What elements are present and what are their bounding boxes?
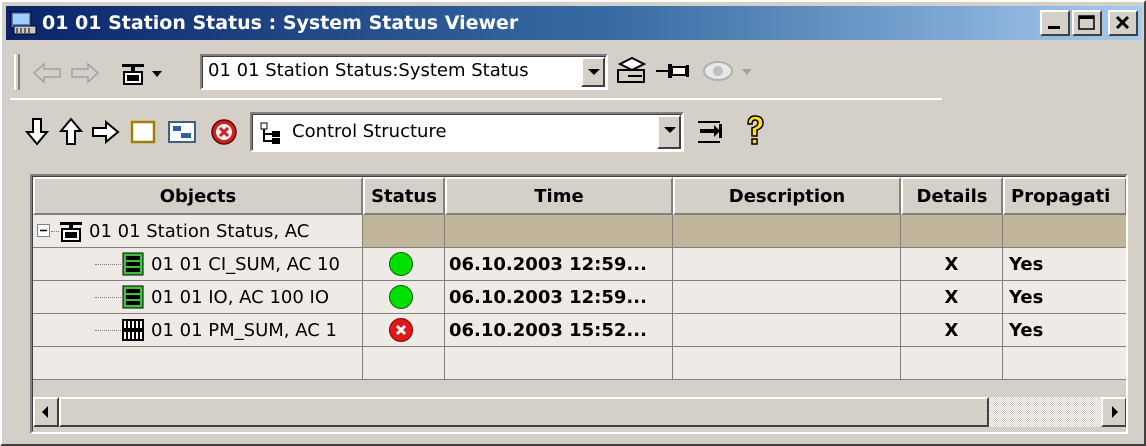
table-row[interactable]: 01 01 IO, AC 100 IO 06.10.2003 12:59... … — [33, 281, 1126, 314]
column-header-propagation[interactable]: Propagati — [1003, 177, 1126, 215]
object-cell[interactable]: 01 01 Station Status, AC — [33, 215, 363, 248]
eye-icon[interactable] — [700, 56, 760, 86]
structure-toolbar: Control Structure — [10, 108, 1140, 158]
structure-combo[interactable]: Control Structure — [250, 112, 684, 152]
object-cell[interactable]: 01 01 IO, AC 100 IO — [33, 281, 363, 314]
structure-combo-dropdown[interactable] — [657, 115, 681, 149]
status-error-icon — [389, 318, 413, 342]
scroll-left-button[interactable] — [33, 397, 59, 427]
object-cell[interactable]: 01 01 CI_SUM, AC 10 — [33, 248, 363, 281]
table-row[interactable]: 01 01 CI_SUM, AC 10 06.10.2003 12:59... … — [33, 248, 1126, 281]
object-cell[interactable]: 01 01 PM_SUM, AC 1 — [33, 314, 363, 347]
scroll-left-icon — [42, 406, 48, 418]
object-name: 01 01 PM_SUM, AC 1 — [151, 319, 337, 341]
sync-icon[interactable] — [694, 116, 726, 148]
table-row[interactable]: 01 01 PM_SUM, AC 1 06.10.2003 15:52... X… — [33, 314, 1126, 347]
pin-icon[interactable] — [654, 58, 692, 84]
status-ok-icon — [389, 252, 413, 276]
structure-view-icon[interactable] — [166, 118, 198, 146]
status-ok-icon — [389, 285, 413, 309]
object-type-icon[interactable] — [118, 58, 168, 88]
description-cell — [673, 281, 901, 314]
scroll-thumb[interactable] — [59, 397, 989, 427]
status-cell — [363, 314, 445, 347]
scroll-right-icon — [1112, 406, 1118, 418]
maximize-icon — [1078, 15, 1095, 30]
description-cell — [673, 248, 901, 281]
structure-combo-value: Control Structure — [292, 121, 447, 142]
close-icon — [1115, 15, 1130, 30]
table-row[interactable]: 01 01 Station Status, AC — [33, 215, 1126, 248]
location-combo-dropdown[interactable] — [581, 57, 605, 87]
forward-arrow-icon[interactable] — [68, 60, 102, 86]
description-cell — [673, 314, 901, 347]
time-cell: 06.10.2003 12:59... — [445, 248, 673, 281]
details-cell[interactable]: X — [901, 281, 1003, 314]
app-icon — [10, 10, 38, 36]
table-row-empty — [33, 347, 1126, 380]
window-title: 01 01 Station Status : System Status Vie… — [42, 12, 519, 34]
column-header-description[interactable]: Description — [673, 177, 901, 215]
arrow-right-icon[interactable] — [90, 118, 122, 146]
column-header-status[interactable]: Status — [363, 177, 445, 215]
status-cell — [363, 248, 445, 281]
scroll-right-button[interactable] — [1101, 397, 1126, 427]
close-button[interactable] — [1108, 10, 1138, 36]
time-cell: 06.10.2003 15:52... — [445, 314, 673, 347]
minimize-button[interactable] — [1040, 10, 1070, 36]
navigation-toolbar: 01 01 Station Status:System Status — [10, 46, 942, 100]
minimize-icon — [1048, 26, 1060, 29]
horizontal-scrollbar[interactable] — [33, 397, 1126, 427]
object-name: 01 01 Station Status, AC — [89, 220, 310, 242]
column-header-details[interactable]: Details — [901, 177, 1003, 215]
column-header-objects[interactable]: Objects — [33, 177, 363, 215]
toolbar-grip[interactable] — [14, 54, 20, 90]
object-name: 01 01 CI_SUM, AC 10 — [151, 253, 340, 275]
window-icon[interactable] — [128, 118, 158, 146]
arrow-up-icon[interactable] — [58, 116, 84, 148]
station-icon — [60, 222, 82, 242]
collapse-icon[interactable] — [37, 224, 51, 238]
control-structure-icon — [260, 122, 280, 144]
propagation-cell: Yes — [1003, 248, 1126, 281]
print-preview-icon[interactable] — [614, 54, 650, 88]
stop-icon[interactable] — [208, 116, 240, 148]
propagation-cell: Yes — [1003, 281, 1126, 314]
system-status-viewer-window: 01 01 Station Status : System Status Vie… — [0, 0, 1146, 446]
processor-module-icon — [122, 319, 144, 341]
column-header-time[interactable]: Time — [445, 177, 673, 215]
details-cell[interactable]: X — [901, 314, 1003, 347]
details-cell[interactable]: X — [901, 248, 1003, 281]
status-cell — [363, 281, 445, 314]
title-bar[interactable]: 01 01 Station Status : System Status Vie… — [6, 6, 1142, 40]
back-arrow-icon[interactable] — [30, 60, 64, 86]
io-module-icon — [122, 285, 144, 309]
propagation-cell: Yes — [1003, 314, 1126, 347]
controller-icon — [122, 252, 144, 276]
location-combo[interactable]: 01 01 Station Status:System Status — [200, 54, 608, 90]
arrow-down-icon[interactable] — [24, 116, 50, 148]
status-grid: Objects Status Time Description Details … — [30, 174, 1128, 434]
maximize-button[interactable] — [1072, 10, 1102, 36]
help-icon[interactable] — [740, 112, 770, 150]
time-cell: 06.10.2003 12:59... — [445, 281, 673, 314]
location-combo-value: 01 01 Station Status:System Status — [208, 60, 529, 81]
object-name: 01 01 IO, AC 100 IO — [151, 286, 330, 308]
